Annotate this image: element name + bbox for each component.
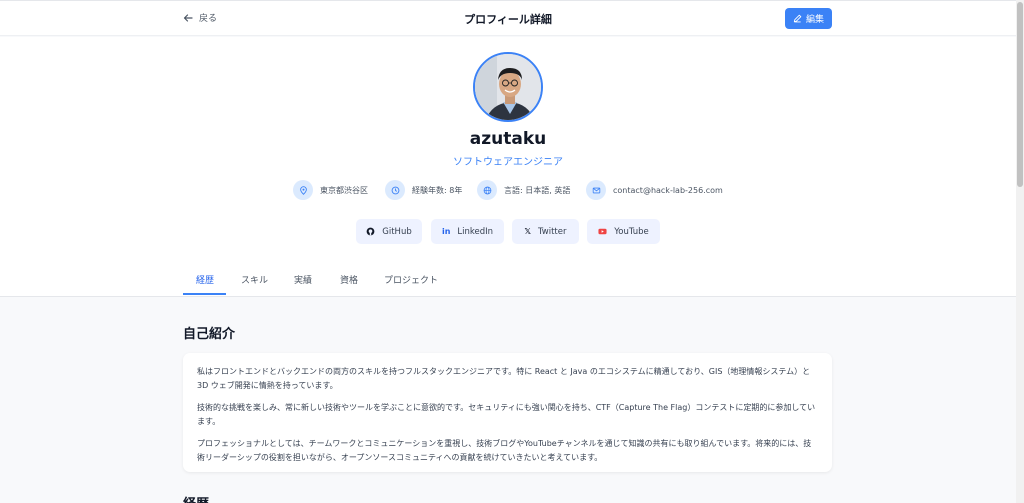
intro-card: 私はフロントエンドとバックエンドの両方のスキルを持つフルスタックエンジニアです。… (183, 353, 832, 472)
social-github-button[interactable]: GitHub (356, 219, 422, 244)
languages-text: 言語: 日本語, 英語 (504, 185, 571, 195)
tab-career[interactable]: 経歴 (196, 273, 214, 286)
intro-paragraph: 私はフロントエンドとバックエンドの両方のスキルを持つフルスタックエンジニアです。… (197, 367, 811, 390)
location-text: 東京都渋谷区 (320, 185, 368, 195)
profile-card: azutaku ソフトウェアエンジニア 東京都渋谷区 経験年数: 8年 言語: … (0, 37, 1016, 297)
social-youtube-button[interactable]: YouTube (587, 219, 660, 244)
x-icon: 𝕏 (524, 227, 531, 236)
social-twitter-button[interactable]: 𝕏 Twitter (512, 219, 579, 244)
info-experience: 経験年数: 8年 (385, 180, 462, 200)
intro-title: 自己紹介 (183, 327, 236, 342)
edit-label: 編集 (805, 15, 824, 25)
linkedin-icon: in (441, 227, 451, 236)
github-icon (366, 227, 375, 236)
tab-achievements[interactable]: 実績 (294, 273, 312, 286)
experience-text: 経験年数: 8年 (412, 185, 463, 195)
intro-paragraph: プロフェッショナルとしては、チームワークとコミュニケーションを重視し、技術ブログ… (197, 439, 812, 462)
page-title: プロフィール詳細 (464, 13, 552, 26)
social-twitter-label: Twitter (537, 226, 567, 237)
profile-role: ソフトウェアエンジニア (453, 157, 563, 168)
tab-certifications[interactable]: 資格 (340, 273, 358, 286)
email-text[interactable]: contact@hack-lab-256.com (613, 186, 723, 195)
mail-icon (586, 180, 606, 200)
profile-name: azutaku (469, 129, 547, 149)
active-tab-indicator (183, 293, 226, 295)
globe-icon (477, 180, 497, 200)
social-github-label: GitHub (382, 226, 412, 237)
social-youtube-label: YouTube (614, 226, 649, 237)
page-header: 戻る プロフィール詳細 編集 (0, 1, 1016, 36)
info-email: contact@hack-lab-256.com (586, 180, 723, 200)
social-linkedin-label: LinkedIn (457, 226, 494, 237)
profile-photo (475, 54, 541, 120)
map-pin-icon (293, 180, 313, 200)
info-location: 東京都渋谷区 (293, 180, 368, 200)
clock-icon (385, 180, 405, 200)
tab-projects[interactable]: プロジェクト (384, 273, 438, 286)
avatar (473, 52, 543, 122)
intro-paragraph: 技術的な挑戦を楽しみ、常に新しい技術やツールを学ぶことに意欲的です。セキュリティ… (197, 403, 816, 426)
pencil-icon (793, 14, 802, 23)
scrollbar-thumb[interactable] (1017, 2, 1023, 187)
career-section-title: 経歴 (183, 493, 209, 503)
info-languages: 言語: 日本語, 英語 (477, 180, 570, 200)
tab-skills[interactable]: スキル (241, 273, 268, 286)
social-linkedin-button[interactable]: in LinkedIn (431, 219, 504, 244)
youtube-icon (598, 228, 607, 235)
profile-tabs: 経歴 スキル 実績 資格 プロジェクト (0, 265, 1016, 297)
edit-button[interactable]: 編集 (785, 8, 832, 29)
